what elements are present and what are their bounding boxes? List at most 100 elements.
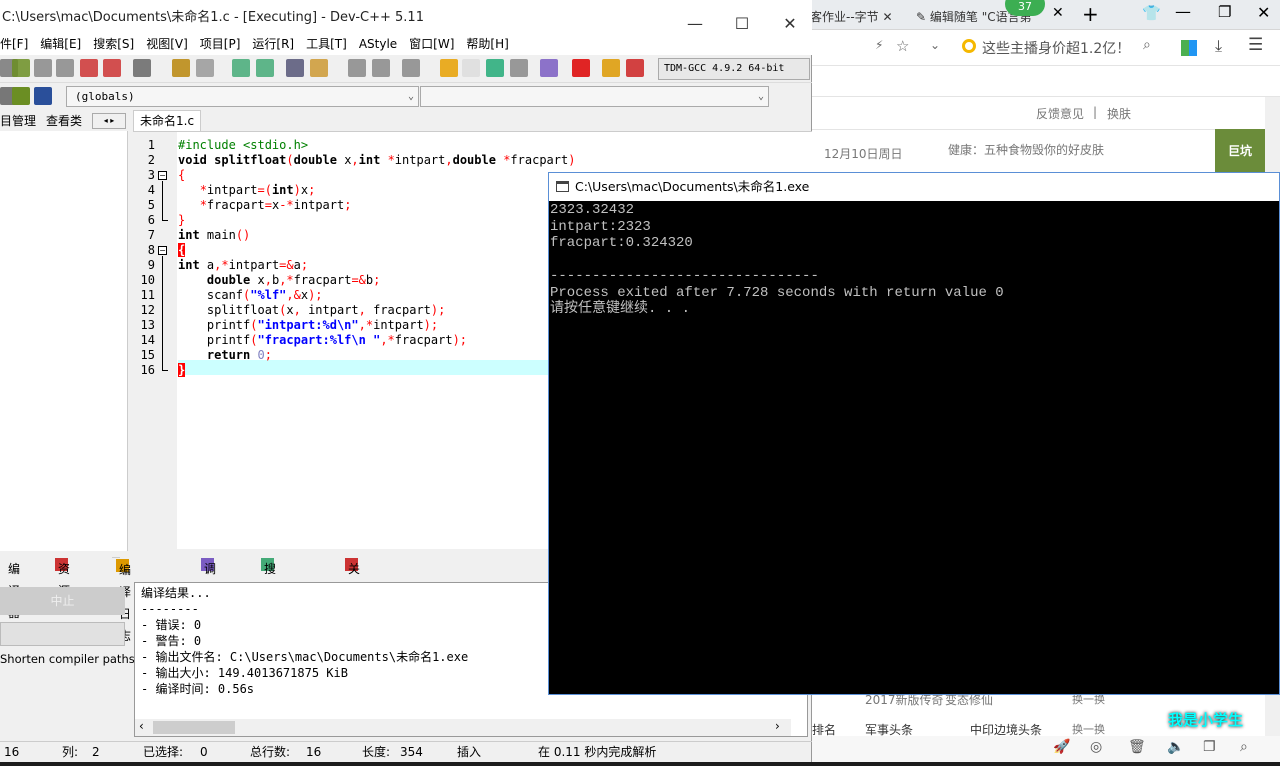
compile-icon[interactable] — [440, 59, 458, 77]
bookmark-icon[interactable] — [34, 87, 52, 105]
menu-icon[interactable]: ☰ — [1248, 35, 1263, 55]
tab-project[interactable]: 目管理 — [0, 111, 36, 131]
close-file-icon[interactable] — [80, 59, 98, 77]
code-line[interactable]: *intpart=(int)x; — [178, 183, 316, 198]
open-icon[interactable] — [12, 59, 30, 77]
code-line[interactable]: scanf("%lf",&x); — [178, 288, 323, 303]
close-icon[interactable]: ✕ — [1257, 3, 1270, 22]
compile-run-icon[interactable] — [486, 59, 504, 77]
menu-item[interactable]: 项目[P] — [200, 37, 241, 51]
copy-icon[interactable] — [56, 59, 74, 77]
tab-scroll-arrows[interactable]: ◂ ▸ — [92, 113, 126, 129]
close-tab-icon[interactable]: ✕ — [1052, 5, 1064, 21]
scroll-thumb[interactable] — [153, 721, 235, 734]
fold-toggle-icon[interactable]: − — [158, 171, 167, 180]
stop-icon[interactable] — [572, 59, 590, 77]
code-line[interactable]: #include <stdio.h> — [178, 138, 308, 153]
code-line[interactable]: splitfloat(x, intpart, fracpart); — [178, 303, 445, 318]
menu-item[interactable]: 编辑[E] — [40, 37, 81, 51]
indent-icon[interactable] — [286, 59, 304, 77]
tab-chart[interactable]: 编译日志 — [112, 557, 131, 643]
code-line[interactable]: double x,b,*fracpart=&b; — [178, 273, 380, 288]
code-line[interactable]: { — [178, 243, 186, 258]
undo-icon[interactable] — [172, 59, 190, 77]
skin-link[interactable]: 换肤 — [1107, 105, 1131, 122]
new-tab-icon[interactable]: + — [1082, 2, 1099, 26]
check-icon[interactable] — [540, 59, 558, 77]
browser-tab[interactable]: ✎ 编辑随笔 "C语言第 — [910, 4, 1070, 30]
code-line[interactable]: printf("intpart:%d\n",*intpart); — [178, 318, 438, 333]
shorten-paths-checkbox[interactable]: Shorten compiler paths — [0, 652, 135, 666]
speed-icon[interactable]: ◎ — [1090, 739, 1102, 755]
download-icon[interactable]: ⤓ — [1215, 36, 1222, 56]
menu-item[interactable]: 视图[V] — [146, 37, 188, 51]
headline-link[interactable]: 健康：五种食物毁你的好皮肤 — [948, 141, 1104, 158]
zoom-icon[interactable]: ⌕ — [1240, 739, 1248, 755]
bookmark-next-icon[interactable] — [372, 59, 390, 77]
lightning-icon[interactable]: ⚡ — [875, 38, 883, 52]
scroll-left-icon[interactable]: ‹ — [139, 719, 144, 733]
code-line[interactable]: int a,*intpart=&a; — [178, 258, 308, 273]
fold-toggle-icon[interactable]: − — [158, 246, 167, 255]
code-line[interactable]: } — [178, 363, 186, 378]
line-number: 5 — [147, 198, 155, 212]
mascot-image[interactable]: 我是小学生 — [1168, 709, 1243, 730]
chevron-down-icon[interactable]: ⌄ — [930, 38, 940, 52]
bookmark-prev-icon[interactable] — [348, 59, 366, 77]
project-tree[interactable] — [0, 131, 128, 551]
rocket-icon[interactable]: 🚀 — [1053, 739, 1070, 755]
rebuild-icon[interactable] — [510, 59, 528, 77]
menu-item[interactable]: 工具[T] — [306, 37, 347, 51]
menu-item[interactable]: 帮助[H] — [466, 37, 508, 51]
menu-item[interactable]: 搜索[S] — [93, 37, 134, 51]
trash-icon[interactable]: 🗑 — [1128, 739, 1146, 755]
restore-icon[interactable]: ❐ — [1218, 3, 1231, 21]
menu-item[interactable]: AStyle — [359, 37, 397, 51]
delete-profile-icon[interactable] — [626, 59, 644, 77]
code-line[interactable]: { — [178, 168, 185, 183]
save-all-icon[interactable] — [34, 59, 52, 77]
feedback-link[interactable]: 反馈意见 — [1036, 105, 1084, 122]
ad-image[interactable]: 巨坑 — [1215, 129, 1265, 173]
unindent-icon[interactable] — [310, 59, 328, 77]
menu-item[interactable]: 运行[R] — [252, 37, 294, 51]
window-icon[interactable]: ❐ — [1203, 739, 1216, 755]
menu-item[interactable]: 件[F] — [0, 37, 28, 51]
print-icon[interactable] — [133, 59, 151, 77]
code-line[interactable]: *fracpart=x-*intpart; — [178, 198, 352, 213]
replace-icon[interactable] — [256, 59, 274, 77]
minimize-icon[interactable]: — — [1175, 2, 1191, 21]
line-gutter: 1 2 3 4 5 6 7 8 9 10 11 12 13 14 15 16− − — [133, 132, 177, 550]
scope-select[interactable]: (globals) ⌄ — [66, 86, 419, 107]
stop-button[interactable]: 中止 — [0, 587, 125, 615]
close-tab-icon[interactable]: ✕ — [883, 10, 893, 24]
scroll-right-icon[interactable]: › — [775, 719, 780, 733]
search-icon[interactable]: ⌕ — [1143, 37, 1151, 53]
apps-icon[interactable] — [1181, 40, 1197, 56]
code-line[interactable]: printf("fracpart:%lf\n ",*fracpart); — [178, 333, 467, 348]
sound-icon[interactable]: 🔈 — [1167, 739, 1184, 755]
code-line[interactable]: int main() — [178, 228, 250, 243]
code-line[interactable]: void splitfloat(double x,int *intpart,do… — [178, 153, 575, 168]
horizontal-scrollbar[interactable]: ‹ › — [135, 719, 791, 736]
tab-classes[interactable]: 查看类 — [46, 111, 82, 131]
search-suggestion[interactable]: 这些主播身价超1.2亿！ — [982, 38, 1130, 58]
menu-item[interactable]: 窗口[W] — [409, 37, 454, 51]
add-file-icon[interactable] — [12, 87, 30, 105]
code-line[interactable]: } — [178, 213, 185, 228]
blank-button[interactable] — [0, 622, 125, 646]
symbol-select[interactable]: ⌄ — [420, 86, 769, 107]
compiler-select[interactable]: TDM-GCC 4.9.2 64-bit — [658, 58, 810, 80]
find-icon[interactable] — [232, 59, 250, 77]
file-tab[interactable]: 未命名1.c — [133, 110, 201, 132]
profile-icon[interactable] — [602, 59, 620, 77]
close-all-icon[interactable] — [103, 59, 121, 77]
redo-icon[interactable] — [196, 59, 214, 77]
code-line[interactable]: return 0; — [178, 348, 272, 363]
console-window[interactable]: C:\Users\mac\Documents\未命名1.exe 2323.324… — [548, 172, 1280, 695]
run-icon[interactable] — [462, 59, 480, 77]
toggle-bookmark-icon[interactable] — [402, 59, 420, 77]
browser-tab[interactable]: 客作业--字节 ✕ — [810, 4, 905, 30]
star-icon[interactable]: ☆ — [896, 37, 909, 55]
skin-icon[interactable]: 👕 — [1142, 4, 1161, 22]
